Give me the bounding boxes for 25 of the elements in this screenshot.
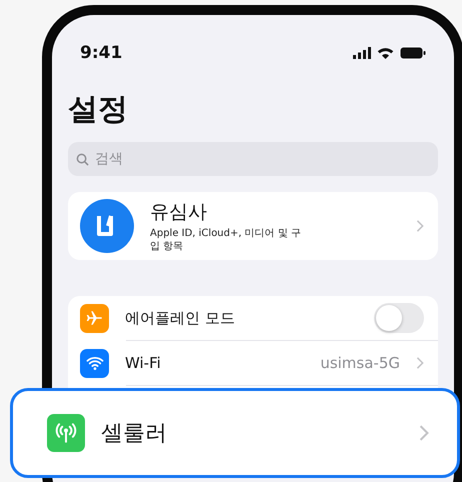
chevron-right-icon	[416, 220, 424, 232]
chevron-right-icon	[419, 425, 429, 441]
row-label: Wi-Fi	[125, 354, 162, 372]
settings-row[interactable]: Wi-Fi usimsa-5G	[68, 341, 438, 385]
settings-row[interactable]: 에어플레인 모드	[68, 296, 438, 340]
status-time: 9:41	[80, 43, 122, 63]
profile-card[interactable]: 유심사 Apple ID, iCloud+, 미디어 및 구입 항목	[68, 192, 438, 260]
page-title: 설정	[68, 91, 128, 129]
profile-name: 유심사	[150, 200, 208, 225]
profile-subtitle: Apple ID, iCloud+, 미디어 및 구입 항목	[150, 227, 302, 253]
callout-label: 셀룰러	[101, 420, 168, 448]
antenna-icon	[47, 414, 85, 452]
battery-icon	[400, 47, 426, 59]
cellular-callout[interactable]: 셀룰러	[10, 388, 460, 478]
row-value: usimsa-5G	[320, 354, 400, 372]
avatar-logo-icon	[80, 199, 134, 253]
signal-icon	[353, 47, 371, 59]
wifi-icon	[377, 47, 394, 59]
chevron-right-icon	[416, 357, 424, 369]
search-icon	[76, 152, 89, 166]
row-label: 에어플레인 모드	[125, 308, 236, 328]
wifi-icon	[80, 348, 109, 378]
airplane-icon	[80, 304, 109, 332]
search-placeholder: 검색	[95, 150, 123, 168]
toggle-switch[interactable]	[374, 303, 424, 333]
